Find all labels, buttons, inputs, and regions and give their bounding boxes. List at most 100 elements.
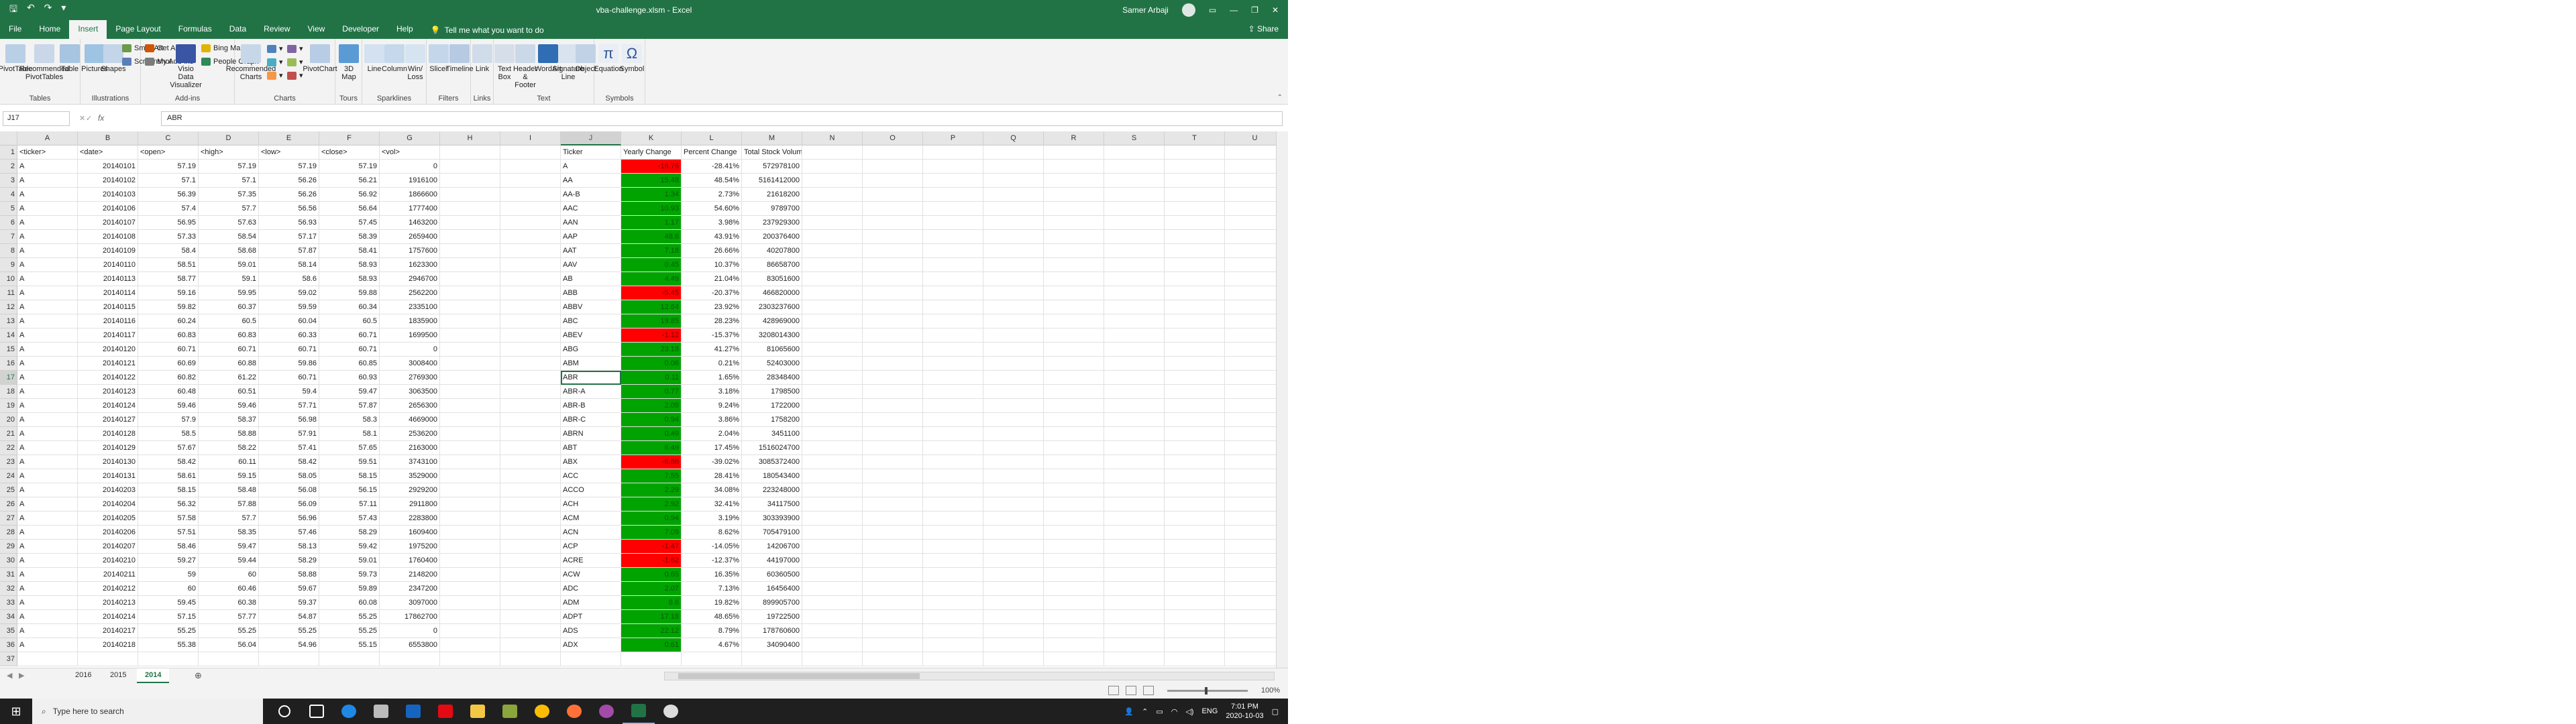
file-explorer-icon[interactable] (462, 699, 494, 724)
cell[interactable] (1044, 568, 1104, 582)
summary-cell[interactable]: 1798500 (742, 385, 802, 399)
column-header-J[interactable]: J (561, 131, 621, 145)
tab-home[interactable]: Home (30, 20, 69, 39)
summary-cell[interactable]: AAN (561, 216, 621, 230)
cell[interactable] (1104, 174, 1165, 188)
cell[interactable] (1165, 230, 1225, 244)
cell[interactable] (983, 624, 1044, 638)
share-button[interactable]: ⇪ Share (1248, 24, 1279, 34)
cell[interactable]: 58.4 (138, 244, 199, 258)
cell[interactable] (1165, 286, 1225, 300)
cell[interactable]: 58.39 (319, 230, 380, 244)
cell[interactable] (1044, 160, 1104, 174)
cell[interactable] (983, 244, 1044, 258)
cell[interactable] (440, 582, 500, 596)
cell[interactable]: A (17, 441, 78, 455)
column-header-F[interactable]: F (319, 131, 380, 145)
page-break-view-icon[interactable] (1143, 686, 1154, 695)
cell[interactable]: 60.5 (319, 314, 380, 328)
cell[interactable] (923, 540, 983, 554)
cell[interactable] (1104, 371, 1165, 385)
cell[interactable] (1044, 610, 1104, 624)
cell[interactable] (863, 357, 923, 371)
cell[interactable]: 61.22 (199, 371, 259, 385)
restore-icon[interactable]: ❐ (1251, 5, 1258, 15)
cell[interactable]: 57.41 (259, 441, 319, 455)
cell[interactable]: 17862700 (380, 610, 440, 624)
cell[interactable]: 1777400 (380, 202, 440, 216)
cell[interactable] (802, 455, 863, 469)
summary-cell[interactable]: 4.67% (682, 638, 742, 652)
cell[interactable] (1165, 371, 1225, 385)
cell[interactable] (380, 652, 440, 666)
summary-cell[interactable]: 4.49 (621, 272, 682, 286)
cell[interactable] (923, 441, 983, 455)
notifications-icon[interactable]: ▢ (1272, 707, 1279, 716)
summary-cell[interactable]: 180543400 (742, 469, 802, 483)
prev-sheet-icon[interactable]: ◀ (7, 671, 12, 680)
summary-cell[interactable]: 28.23% (682, 314, 742, 328)
cell[interactable]: 60.34 (319, 300, 380, 314)
redo-icon[interactable]: ↷ (44, 2, 52, 18)
sheet-tab-2015[interactable]: 2015 (102, 668, 134, 683)
cell[interactable]: 20140128 (78, 427, 138, 441)
summary-cell[interactable]: 9.24% (682, 399, 742, 413)
summary-cell[interactable]: ADX (561, 638, 621, 652)
summary-cell[interactable]: 9789700 (742, 202, 802, 216)
cell[interactable] (983, 300, 1044, 314)
cell[interactable] (923, 582, 983, 596)
cell[interactable] (863, 258, 923, 272)
tab-developer[interactable]: Developer (333, 20, 388, 39)
summary-cell[interactable]: -20.37% (682, 286, 742, 300)
cell[interactable]: 57.51 (138, 526, 199, 540)
cell[interactable] (802, 343, 863, 357)
cell[interactable] (440, 526, 500, 540)
cell[interactable]: 57.88 (199, 497, 259, 511)
edge-icon[interactable] (333, 699, 365, 724)
cell[interactable] (1165, 385, 1225, 399)
cell[interactable] (802, 652, 863, 666)
cell[interactable]: 56.32 (138, 497, 199, 511)
python-icon[interactable] (655, 699, 687, 724)
cell[interactable] (440, 554, 500, 568)
cell[interactable] (1104, 272, 1165, 286)
cell[interactable]: 20140130 (78, 455, 138, 469)
cell[interactable]: 60.38 (199, 596, 259, 610)
cell[interactable]: 58.93 (319, 258, 380, 272)
cell[interactable] (923, 145, 983, 160)
summary-cell[interactable]: 21.04% (682, 272, 742, 286)
cell[interactable] (802, 371, 863, 385)
link-button[interactable]: Link (472, 44, 492, 73)
cell[interactable]: 59.47 (199, 540, 259, 554)
cell[interactable] (802, 328, 863, 343)
cell[interactable]: 59.44 (199, 554, 259, 568)
cell[interactable] (1225, 638, 1276, 652)
cell[interactable] (923, 371, 983, 385)
column-title[interactable]: <high> (199, 145, 259, 160)
cell[interactable] (983, 343, 1044, 357)
cell[interactable] (1225, 286, 1276, 300)
cell[interactable]: A (17, 300, 78, 314)
summary-cell[interactable]: 17.18 (621, 610, 682, 624)
cell[interactable] (1104, 258, 1165, 272)
summary-cell[interactable]: ADC (561, 582, 621, 596)
cell[interactable]: 20140217 (78, 624, 138, 638)
sparkline-column-button[interactable]: Column (382, 44, 407, 73)
cell[interactable] (983, 469, 1044, 483)
row-header[interactable]: 27 (0, 511, 17, 526)
row-header[interactable]: 22 (0, 441, 17, 455)
cell[interactable] (1104, 441, 1165, 455)
cell[interactable]: A (17, 314, 78, 328)
minimize-icon[interactable]: — (1230, 5, 1238, 15)
tab-view[interactable]: View (299, 20, 334, 39)
cell[interactable] (802, 188, 863, 202)
cell[interactable]: 60 (199, 568, 259, 582)
cell[interactable] (1104, 286, 1165, 300)
row-header[interactable]: 17 (0, 371, 17, 385)
summary-header[interactable]: Yearly Change (621, 145, 682, 160)
column-header-K[interactable]: K (621, 131, 682, 145)
summary-cell[interactable]: -39.02% (682, 455, 742, 469)
cell[interactable] (923, 216, 983, 230)
cell[interactable] (923, 511, 983, 526)
cell[interactable] (923, 624, 983, 638)
